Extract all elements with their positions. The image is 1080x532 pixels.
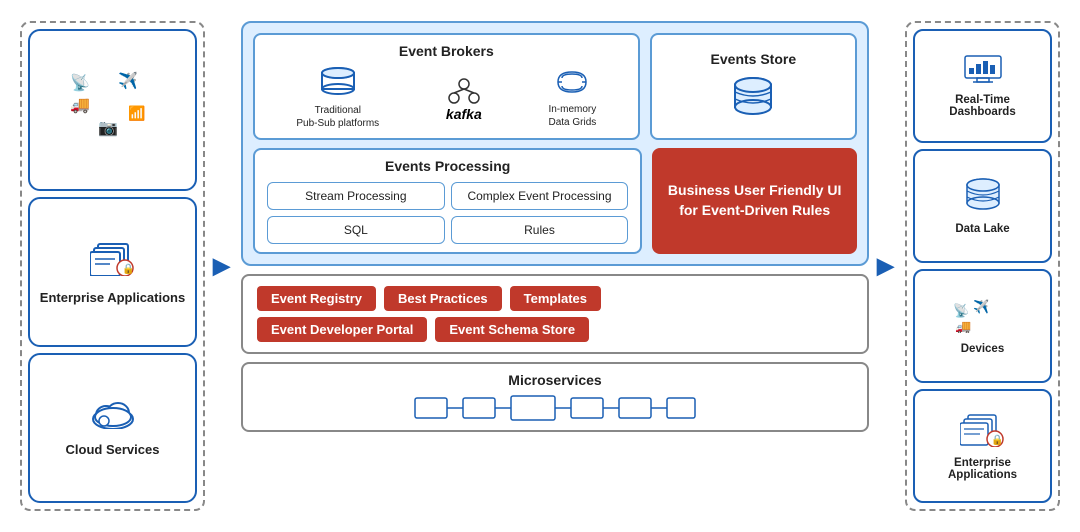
- devices-icon: 📡 ✈️ 🚚: [953, 297, 1013, 339]
- devices-box: 📡 ✈️ 🚚 Devices: [913, 269, 1052, 383]
- kafka-item: kafka: [446, 76, 482, 122]
- pub-sub-label: TraditionalPub-Sub platforms: [296, 104, 379, 130]
- pub-sub-icon: [319, 67, 357, 100]
- arrow-right-icon-2: ▶: [877, 253, 894, 279]
- svg-text:✈️: ✈️: [118, 71, 138, 90]
- svg-text:✈️: ✈️: [973, 298, 989, 314]
- real-time-dashboards-label: Real-Time Dashboards: [921, 94, 1044, 118]
- microservices-box: Microservices: [241, 362, 869, 432]
- microservices-icons: [405, 394, 705, 422]
- events-store-icon: [730, 75, 776, 122]
- enterprise-apps-left-label: Enterprise Applications: [40, 290, 185, 305]
- in-memory-label: In-memoryData Grids: [548, 103, 596, 129]
- pub-sub-item: TraditionalPub-Sub platforms: [296, 67, 379, 130]
- processing-row: Events Processing Stream Processing Comp…: [253, 148, 857, 254]
- kafka-icon: kafka: [446, 76, 482, 122]
- schema-store-pill: Event Schema Store: [435, 317, 589, 342]
- svg-text:📡: 📡: [70, 72, 90, 92]
- cep-cell: Complex Event Processing: [451, 182, 629, 210]
- top-row: Event Brokers: [253, 33, 857, 140]
- real-time-dashboards-box: Real-Time Dashboards: [913, 29, 1052, 143]
- registry-row: Event Registry Best Practices Templates …: [241, 274, 869, 354]
- rules-cell: Rules: [451, 216, 629, 244]
- left-column: 📡 ✈️ 🚚 📷 📶: [20, 21, 205, 511]
- events-processing-box: Events Processing Stream Processing Comp…: [253, 148, 642, 254]
- cloud-services-box: Cloud Services: [28, 353, 197, 503]
- enterprise-apps-right-icon: 🔒: [960, 411, 1006, 453]
- center-right-arrow: ▶: [877, 21, 897, 511]
- svg-text:🔒: 🔒: [991, 434, 1003, 446]
- in-memory-item: In-memoryData Grids: [548, 68, 596, 129]
- registry-pills-row1: Event Registry Best Practices Templates: [257, 286, 853, 311]
- sql-cell: SQL: [267, 216, 445, 244]
- in-memory-icon: [554, 68, 590, 99]
- microservices-title: Microservices: [508, 372, 601, 388]
- event-brokers-title: Event Brokers: [267, 43, 626, 59]
- iot-devices-icon: 📡 ✈️ 🚚 📷 📶: [68, 68, 158, 146]
- cloud-services-icon: [90, 399, 136, 437]
- processing-grid: Stream Processing Complex Event Processi…: [267, 182, 628, 244]
- events-store-title: Events Store: [711, 51, 797, 67]
- stream-processing-cell: Stream Processing: [267, 182, 445, 210]
- enterprise-apps-right-label: Enterprise Applications: [921, 457, 1044, 481]
- data-lake-icon: [962, 177, 1004, 219]
- svg-text:📶: 📶: [128, 105, 145, 122]
- business-ui-label: Business User Friendly UI for Event-Driv…: [664, 181, 845, 220]
- svg-text:📷: 📷: [98, 120, 118, 137]
- broker-items: TraditionalPub-Sub platforms: [267, 67, 626, 130]
- real-time-dashboards-icon: [963, 54, 1003, 90]
- enterprise-apps-right-box: 🔒 Enterprise Applications: [913, 389, 1052, 503]
- events-store-box: Events Store: [650, 33, 857, 140]
- main-event-container: Event Brokers: [241, 21, 869, 266]
- best-practices-pill: Best Practices: [384, 286, 502, 311]
- iot-devices-box: 📡 ✈️ 🚚 📷 📶: [28, 29, 197, 191]
- templates-pill: Templates: [510, 286, 601, 311]
- left-center-arrow: ▶: [213, 21, 233, 511]
- registry-pills-row2: Event Developer Portal Event Schema Stor…: [257, 317, 853, 342]
- center-column: Event Brokers: [241, 21, 869, 511]
- enterprise-apps-left-box: 🔒 Enterprise Applications: [28, 197, 197, 347]
- left-outer-container: 📡 ✈️ 🚚 📷 📶: [20, 21, 205, 511]
- business-ui-box: Business User Friendly UI for Event-Driv…: [652, 148, 857, 254]
- enterprise-apps-left-icon: 🔒: [90, 240, 136, 284]
- svg-text:🚚: 🚚: [70, 97, 90, 114]
- devices-label: Devices: [961, 343, 1004, 355]
- svg-text:🚚: 🚚: [955, 319, 971, 333]
- right-column: Real-Time Dashboards Data Lake: [905, 21, 1060, 511]
- cloud-services-label: Cloud Services: [66, 442, 160, 457]
- svg-text:📡: 📡: [953, 302, 969, 318]
- data-lake-box: Data Lake: [913, 149, 1052, 263]
- right-outer-container: Real-Time Dashboards Data Lake: [905, 21, 1060, 511]
- event-brokers-box: Event Brokers: [253, 33, 640, 140]
- svg-text:🔒: 🔒: [122, 263, 134, 275]
- main-diagram: 📡 ✈️ 🚚 📷 📶: [10, 11, 1070, 521]
- events-processing-title: Events Processing: [267, 158, 628, 174]
- data-lake-label: Data Lake: [955, 223, 1009, 235]
- arrow-right-icon: ▶: [213, 253, 230, 279]
- kafka-text: kafka: [446, 106, 482, 122]
- event-registry-pill: Event Registry: [257, 286, 376, 311]
- dev-portal-pill: Event Developer Portal: [257, 317, 427, 342]
